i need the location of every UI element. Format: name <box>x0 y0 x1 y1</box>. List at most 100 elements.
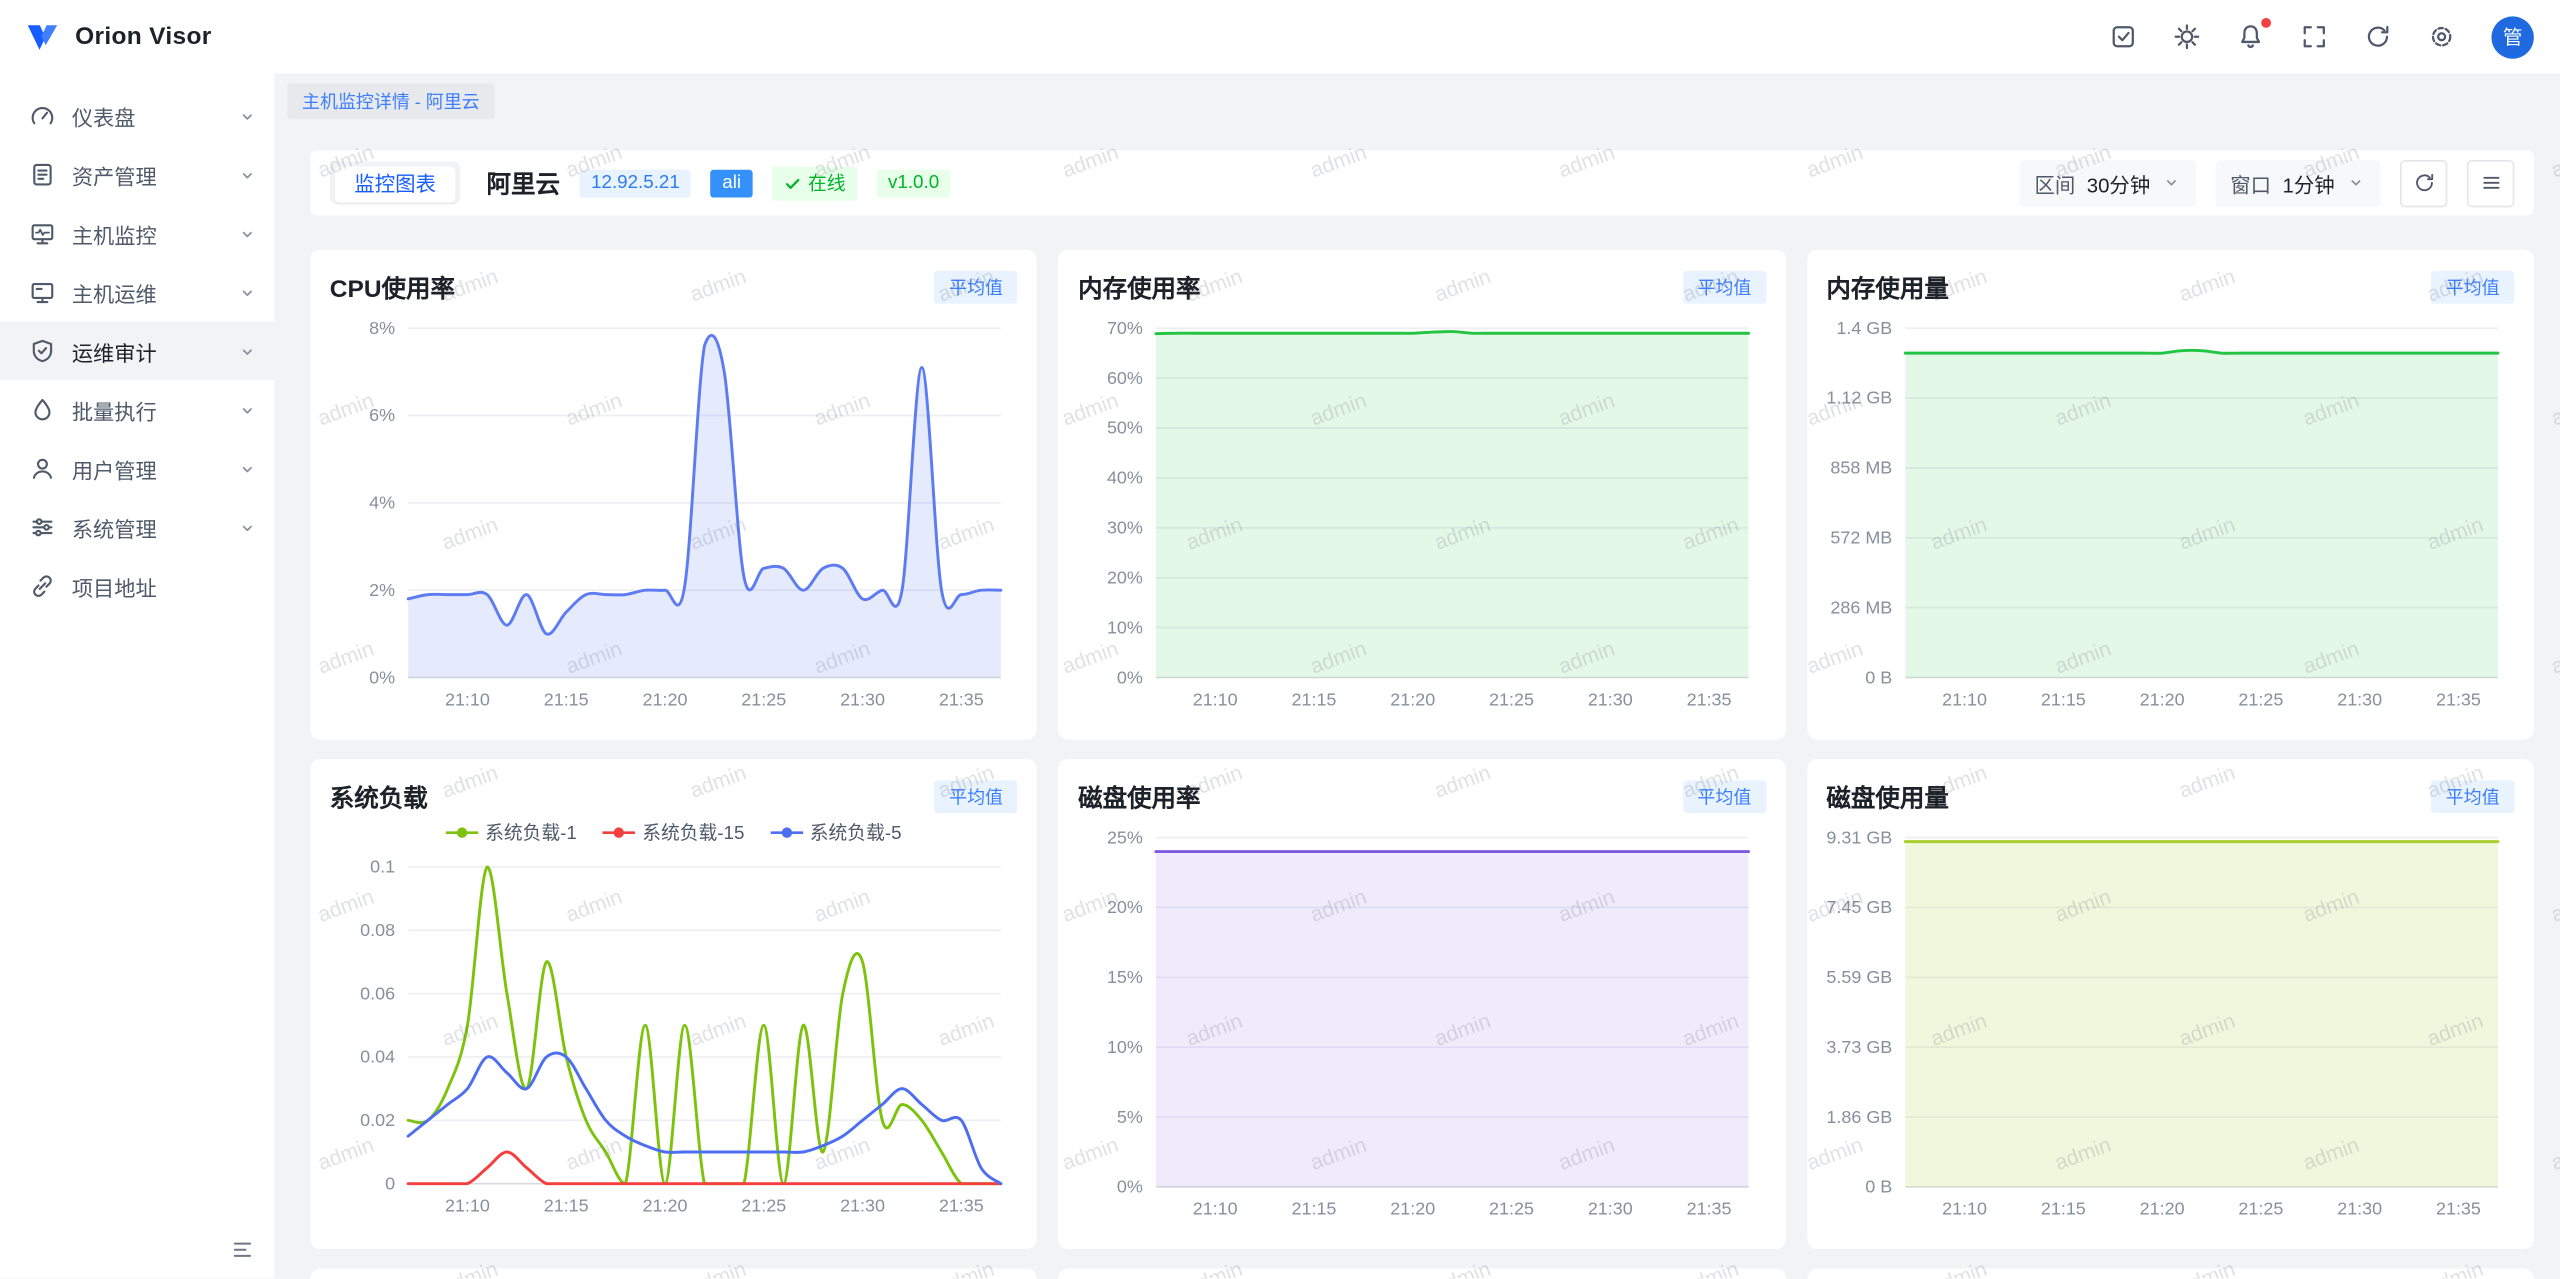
orion-visor-logo-icon <box>23 17 62 56</box>
chart-title: 系统负载 <box>330 780 428 814</box>
breadcrumb-item[interactable]: 主机监控详情 - 阿里云 <box>287 83 494 119</box>
svg-text:21:25: 21:25 <box>1490 689 1535 709</box>
chart-svg: 0%2%4%6%8%21:1021:1521:2021:2521:3021:35 <box>330 309 1017 717</box>
dashboard-icon <box>29 103 55 129</box>
svg-text:21:25: 21:25 <box>2238 689 2283 709</box>
svg-text:0.04: 0.04 <box>360 1047 395 1067</box>
svg-text:1.86 GB: 1.86 GB <box>1826 1107 1891 1127</box>
host-status-tag: 在线 <box>772 166 857 200</box>
settings-icon[interactable] <box>2428 23 2456 51</box>
svg-text:5.59 GB: 5.59 GB <box>1826 967 1891 987</box>
notification-icon[interactable] <box>2237 23 2265 51</box>
chart-title: 磁盘使用量 <box>1826 780 1948 814</box>
monitor-chart-tab[interactable]: 监控图表 <box>335 167 456 203</box>
svg-text:21:10: 21:10 <box>1942 1199 1987 1219</box>
svg-text:10%: 10% <box>1107 1037 1143 1057</box>
sidebar-item-label: 运维审计 <box>72 336 157 367</box>
svg-text:21:10: 21:10 <box>1193 689 1238 709</box>
legend-item[interactable]: 系统负载-15 <box>603 820 744 846</box>
svg-text:21:20: 21:20 <box>643 1195 688 1215</box>
legend-item[interactable]: 系统负载-5 <box>771 820 902 846</box>
chart-svg: 0%10%20%30%40%50%60%70%21:1021:1521:2021… <box>1078 309 1765 717</box>
theme-icon[interactable] <box>2173 23 2201 51</box>
svg-text:21:30: 21:30 <box>840 689 885 709</box>
svg-text:21:10: 21:10 <box>445 1195 490 1215</box>
range-value: 30分钟 <box>2087 167 2151 198</box>
sidebar-menu: 仪表盘资产管理主机监控主机运维运维审计批量执行用户管理系统管理项目地址 <box>0 87 274 616</box>
sidebar-item-6[interactable]: 用户管理 <box>0 439 274 498</box>
host-ip-tag: 12.92.5.21 <box>580 169 692 197</box>
batch-icon <box>29 397 55 423</box>
sidebar-item-4[interactable]: 运维审计 <box>0 322 274 381</box>
svg-text:60%: 60% <box>1107 368 1143 388</box>
chart-svg: 00.020.040.060.080.121:1021:1521:2021:25… <box>330 847 1017 1223</box>
chart-card: 内存使用量平均值0 B286 MB572 MB858 MB1.12 GB1.4 … <box>1807 250 2534 740</box>
sidebar-item-1[interactable]: 资产管理 <box>0 145 274 204</box>
audit-icon <box>29 338 55 364</box>
svg-text:21:30: 21:30 <box>840 1195 885 1215</box>
sidebar-item-7[interactable]: 系统管理 <box>0 498 274 557</box>
svg-text:21:35: 21:35 <box>939 689 984 709</box>
svg-text:21:10: 21:10 <box>445 689 490 709</box>
svg-text:0%: 0% <box>369 667 395 687</box>
svg-text:21:35: 21:35 <box>2435 689 2480 709</box>
chevron-down-icon <box>2162 173 2182 193</box>
svg-text:5%: 5% <box>1117 1107 1143 1127</box>
notification-badge <box>2261 18 2271 28</box>
svg-text:21:20: 21:20 <box>1391 1199 1436 1219</box>
sidebar-item-2[interactable]: 主机监控 <box>0 204 274 263</box>
chevron-down-icon <box>237 458 258 479</box>
sidebar-item-8[interactable]: 项目地址 <box>0 557 274 616</box>
chart-svg: 0 B1.86 GB3.73 GB5.59 GB7.45 GB9.31 GB21… <box>1826 818 2513 1226</box>
svg-text:1.12 GB: 1.12 GB <box>1826 388 1891 408</box>
chart-card: 内存使用率平均值0%10%20%30%40%50%60%70%21:1021:1… <box>1058 250 1785 740</box>
sidebar: 仪表盘资产管理主机监控主机运维运维审计批量执行用户管理系统管理项目地址 <box>0 73 274 1279</box>
chevron-down-icon <box>237 282 258 303</box>
refresh-icon <box>2412 171 2435 194</box>
svg-text:3.73 GB: 3.73 GB <box>1826 1037 1891 1057</box>
refresh-charts-button[interactable] <box>2400 159 2447 206</box>
svg-text:2%: 2% <box>369 580 395 600</box>
chart-legend: 系统负载-1 系统负载-15 系统负载-5 <box>330 818 1018 847</box>
svg-text:572 MB: 572 MB <box>1830 528 1892 548</box>
host-monitor-icon <box>29 220 55 246</box>
host-label-tag: ali <box>711 169 753 197</box>
window-select[interactable]: 窗口 1分钟 <box>2216 159 2381 206</box>
chart-options-button[interactable] <box>2467 159 2514 206</box>
svg-text:21:15: 21:15 <box>544 1195 589 1215</box>
chevron-down-icon <box>237 517 258 538</box>
chevron-down-icon <box>237 223 258 244</box>
svg-text:21:35: 21:35 <box>1687 689 1732 709</box>
chart-card-partial <box>1058 1269 1785 1279</box>
checkbox-icon[interactable] <box>2109 23 2137 51</box>
svg-text:20%: 20% <box>1107 897 1143 917</box>
svg-text:21:35: 21:35 <box>1687 1199 1732 1219</box>
svg-text:0 B: 0 B <box>1865 1177 1892 1197</box>
svg-text:0%: 0% <box>1117 667 1143 687</box>
svg-text:21:15: 21:15 <box>544 689 589 709</box>
svg-text:15%: 15% <box>1107 967 1143 987</box>
chart-svg: 0 B286 MB572 MB858 MB1.12 GB1.4 GB21:102… <box>1826 309 2513 717</box>
chart-card: 磁盘使用率平均值0%5%10%15%20%25%21:1021:1521:202… <box>1058 759 1785 1249</box>
fullscreen-icon[interactable] <box>2300 23 2328 51</box>
legend-item[interactable]: 系统负载-1 <box>446 820 577 846</box>
charts-grid: CPU使用率平均值0%2%4%6%8%21:1021:1521:2021:252… <box>310 250 2534 1279</box>
svg-text:30%: 30% <box>1107 518 1143 538</box>
app-window: Orion Visor 管 仪表盘资产管理主机监控主机运维运维审计批量执行用户管… <box>0 0 2560 1279</box>
collapse-menu-icon[interactable] <box>230 1238 254 1262</box>
sidebar-item-5[interactable]: 批量执行 <box>0 380 274 439</box>
svg-text:21:15: 21:15 <box>2040 689 2085 709</box>
host-version-tag: v1.0.0 <box>877 169 951 197</box>
view-switcher: 监控图表 <box>330 162 461 204</box>
svg-text:0: 0 <box>385 1173 395 1193</box>
chart-card: CPU使用率平均值0%2%4%6%8%21:1021:1521:2021:252… <box>310 250 1037 740</box>
average-badge: 平均值 <box>2431 780 2514 813</box>
user-avatar[interactable]: 管 <box>2491 16 2533 58</box>
chart-card: 系统负载平均值系统负载-1系统负载-15系统负载-500.020.040.060… <box>310 759 1037 1249</box>
range-select[interactable]: 区间 30分钟 <box>2020 159 2196 206</box>
sidebar-item-3[interactable]: 主机运维 <box>0 263 274 322</box>
svg-text:21:30: 21:30 <box>2337 689 2382 709</box>
sidebar-item-0[interactable]: 仪表盘 <box>0 87 274 146</box>
refresh-icon[interactable] <box>2364 23 2392 51</box>
svg-text:10%: 10% <box>1107 617 1143 637</box>
